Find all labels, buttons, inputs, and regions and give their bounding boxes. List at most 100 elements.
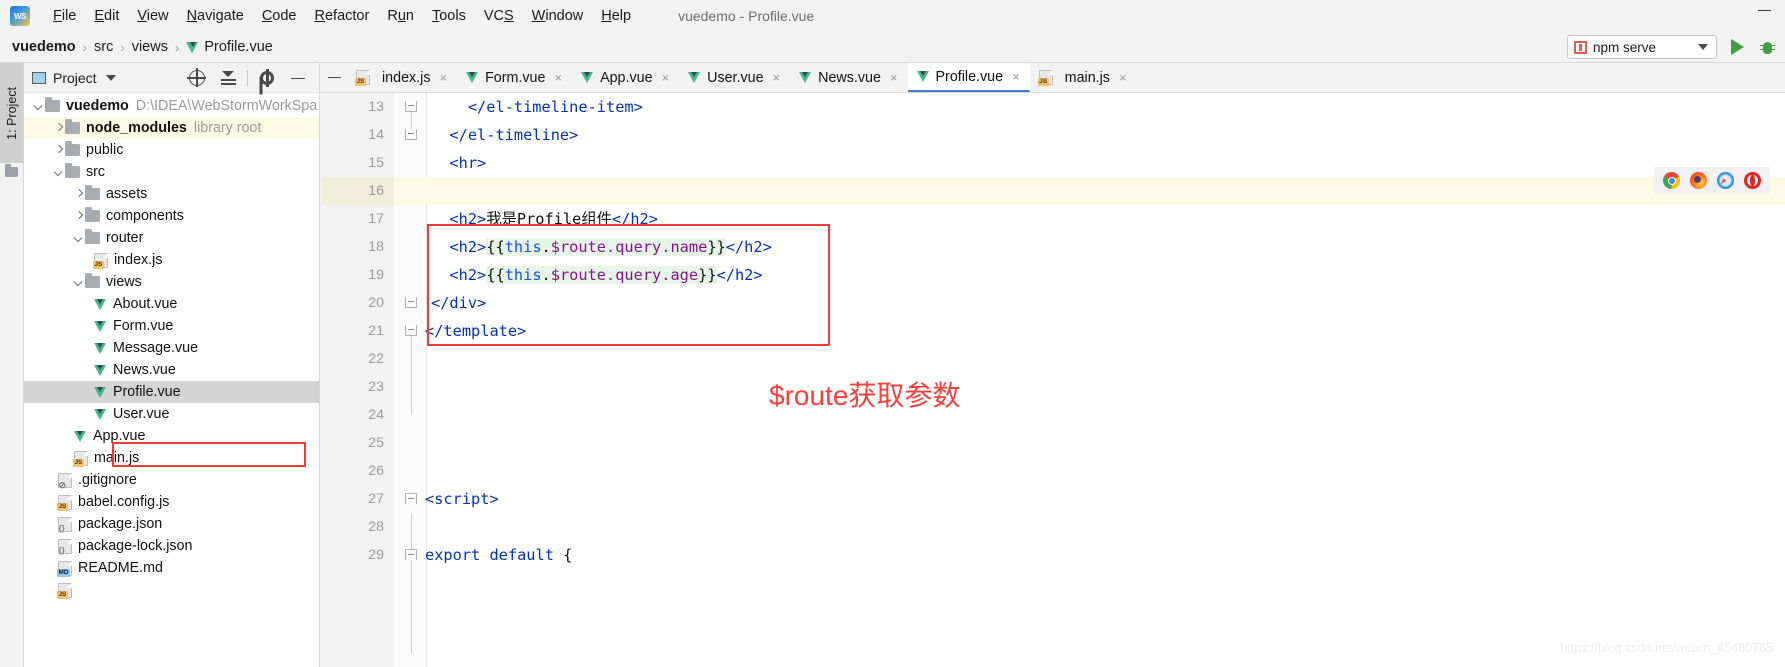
hide-minus-icon[interactable]	[291, 77, 305, 79]
menu-item-help[interactable]: Help	[592, 6, 640, 26]
code-token: }}	[698, 266, 717, 284]
tab-label: index.js	[382, 69, 431, 86]
locate-target-icon[interactable]	[187, 68, 206, 87]
breadcrumb-item-views[interactable]: views	[132, 39, 168, 55]
tree-item-public[interactable]: public	[24, 139, 319, 161]
close-icon[interactable]: ×	[890, 71, 898, 84]
tree-item-user-vue[interactable]: User.vue	[24, 403, 319, 425]
tab-form-vue[interactable]: Form.vue ×	[457, 63, 572, 92]
breadcrumb: vuedemo › src › views › Profile.vue	[12, 39, 273, 55]
minimize-button[interactable]	[1758, 10, 1771, 11]
tree-item-news-vue[interactable]: News.vue	[24, 359, 319, 381]
tree-item-label: assets	[106, 186, 148, 202]
close-icon[interactable]: ×	[1119, 71, 1127, 84]
code-line: 17 <h2>我是Profile组件</h2>	[321, 205, 1785, 233]
tree-item-form-vue[interactable]: Form.vue	[24, 315, 319, 337]
chevron-down-icon[interactable]	[74, 233, 85, 244]
left-toolwindow-strip: 1: Project	[0, 63, 24, 667]
folder-icon	[85, 229, 100, 244]
tree-item-assets[interactable]: assets	[24, 183, 319, 205]
tree-item-package-json[interactable]: {} package.json	[24, 513, 319, 535]
firefox-icon[interactable]	[1690, 172, 1707, 189]
chevron-right-icon[interactable]	[74, 189, 85, 200]
chevron-down-icon[interactable]	[54, 167, 65, 178]
chevron-down-icon[interactable]	[105, 74, 116, 81]
tab-profile-vue[interactable]: Profile.vue ×	[907, 63, 1030, 92]
breadcrumb-item-profile-vue[interactable]: Profile.vue	[186, 39, 273, 55]
tab-app-vue[interactable]: App.vue ×	[572, 63, 679, 92]
line-number: 26	[321, 457, 394, 485]
close-icon[interactable]: ×	[439, 71, 447, 84]
tree-item-node-modules[interactable]: node_modules library root	[24, 117, 319, 139]
menu-item-vcs[interactable]: VCS	[475, 6, 523, 26]
tree-item-gitignore[interactable]: ⊘ .gitignore	[24, 469, 319, 491]
tree-item-views[interactable]: views	[24, 271, 319, 293]
code-token: </h2>	[611, 210, 658, 228]
vue-file-icon	[581, 72, 594, 83]
hide-minus-icon[interactable]	[321, 63, 347, 92]
tree-item-about-vue[interactable]: About.vue	[24, 293, 319, 315]
tree-item-vuedemo[interactable]: vuedemo D:\IDEA\WebStormWorkSpa	[24, 95, 319, 117]
menu-item-tools[interactable]: Tools	[423, 6, 475, 26]
folder-icon[interactable]	[5, 164, 18, 177]
tab-user-vue[interactable]: User.vue ×	[679, 63, 790, 92]
tree-item-src[interactable]: src	[24, 161, 319, 183]
chevron-down-icon[interactable]	[34, 101, 45, 112]
fold-marker-icon[interactable]	[405, 129, 417, 140]
tab-main-js[interactable]: JS main.js ×	[1030, 63, 1137, 92]
run-play-icon[interactable]	[1731, 39, 1744, 55]
tab-news-vue[interactable]: News.vue ×	[790, 63, 907, 92]
tree-item-profile-vue[interactable]: Profile.vue	[24, 381, 319, 403]
code-editor[interactable]: 13 </el-timeline-item> 14 </el-timeline>…	[321, 93, 1785, 667]
fold-marker-icon[interactable]	[405, 549, 417, 560]
menu-item-window[interactable]: Window	[523, 6, 593, 26]
menu-item-view[interactable]: View	[128, 6, 177, 26]
close-icon[interactable]: ×	[662, 71, 670, 84]
menu-item-navigate[interactable]: Navigate	[178, 6, 253, 26]
menu-item-code[interactable]: Code	[253, 6, 306, 26]
close-icon[interactable]: ×	[554, 71, 562, 84]
tree-item-app-vue[interactable]: App.vue	[24, 425, 319, 447]
tree-item-babel-config-js[interactable]: JS babel.config.js	[24, 491, 319, 513]
debug-bug-icon[interactable]	[1760, 40, 1775, 55]
chevron-down-icon[interactable]	[74, 277, 85, 288]
tree-item-router[interactable]: router	[24, 227, 319, 249]
menu-item-file[interactable]: File	[44, 6, 85, 26]
tab-index-js[interactable]: JS index.js ×	[347, 63, 457, 92]
chevron-right-icon[interactable]	[74, 211, 85, 222]
chevron-right-icon[interactable]	[54, 145, 65, 156]
project-panel-toolbar	[181, 63, 313, 93]
chevron-right-icon[interactable]	[54, 123, 65, 134]
breadcrumb-item-src[interactable]: src	[94, 39, 113, 55]
run-configuration-selector[interactable]: npm serve	[1567, 35, 1717, 59]
close-icon[interactable]: ×	[1012, 70, 1020, 83]
gear-icon[interactable]	[259, 69, 275, 87]
tree-item-readme-md[interactable]: MD README.md	[24, 557, 319, 579]
fold-marker-icon[interactable]	[405, 297, 417, 308]
line-number: 20	[321, 289, 394, 317]
menu-item-edit[interactable]: Edit	[85, 6, 128, 26]
tree-item-message-vue[interactable]: Message.vue	[24, 337, 319, 359]
opera-icon[interactable]	[1744, 172, 1761, 189]
tree-item-partial[interactable]: JS	[24, 579, 319, 601]
tree-item-label: package-lock.json	[78, 538, 193, 554]
tree-item-main-js[interactable]: JS main.js	[24, 447, 319, 469]
fold-marker-icon[interactable]	[405, 325, 417, 336]
chevron-down-icon[interactable]	[1698, 44, 1708, 50]
close-icon[interactable]: ×	[773, 71, 781, 84]
menu-item-run[interactable]: Run	[378, 6, 423, 26]
webstorm-logo-icon	[10, 6, 30, 26]
toolwindow-button-project[interactable]: 1: Project	[0, 63, 23, 163]
menu-item-refactor[interactable]: Refactor	[306, 6, 379, 26]
collapse-all-icon[interactable]	[221, 70, 236, 86]
tree-item-components[interactable]: components	[24, 205, 319, 227]
tree-item-package-lock-json[interactable]: {} package-lock.json	[24, 535, 319, 557]
fold-marker-icon[interactable]	[405, 101, 417, 112]
fold-marker-icon[interactable]	[405, 493, 417, 504]
tree-item-index-js[interactable]: JS index.js	[24, 249, 319, 271]
breadcrumb-item-vuedemo[interactable]: vuedemo	[12, 39, 76, 55]
vue-file-icon	[916, 71, 930, 82]
safari-icon[interactable]	[1717, 172, 1734, 189]
chrome-icon[interactable]	[1663, 172, 1680, 189]
line-number: 18	[321, 233, 394, 261]
